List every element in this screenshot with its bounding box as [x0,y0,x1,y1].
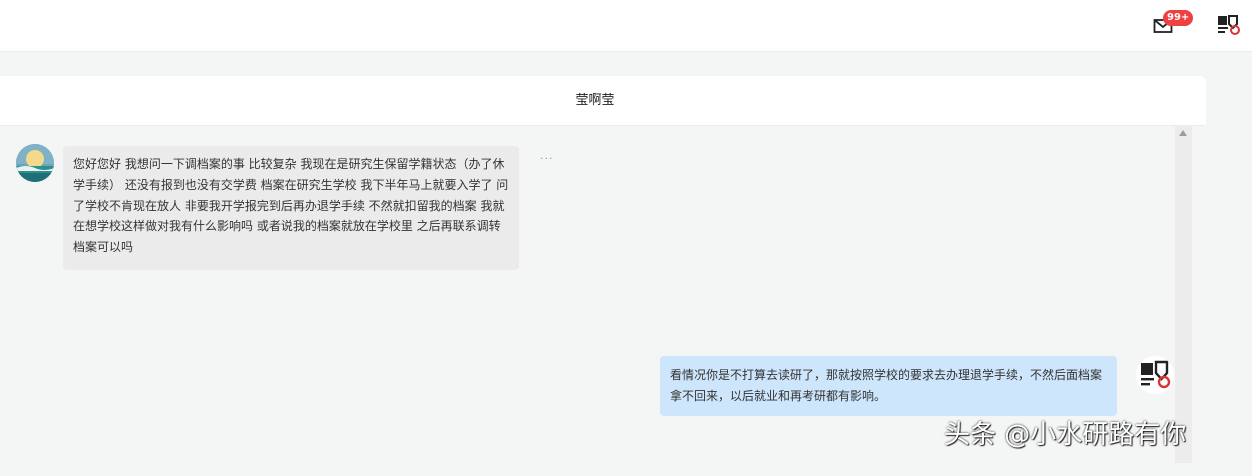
outgoing-message-bubble: 看情况你是不打算去读研了，那就按照学校的要求去办理退学手续，不然后面档案拿不回来… [660,356,1117,416]
scroll-up-arrow-icon[interactable] [1179,130,1187,136]
top-bar: 99+ [0,0,1252,52]
message-scrollbar[interactable] [1175,126,1192,463]
more-options-icon[interactable]: ··· [540,152,554,165]
watermark-text: 头条 @小水研路有你 [944,420,1187,450]
user-avatar[interactable] [1213,10,1243,40]
unread-badge: 99+ [1163,10,1194,26]
my-avatar[interactable] [1136,356,1174,394]
incoming-message-bubble: 您好您好 我想问一下调档案的事 比较复杂 我现在是研究生保留学籍状态（办了休学手… [63,146,519,270]
chat-header: 莹啊莹 [0,76,1206,126]
chat-title: 莹啊莹 [575,93,615,108]
contact-avatar[interactable] [16,144,54,182]
